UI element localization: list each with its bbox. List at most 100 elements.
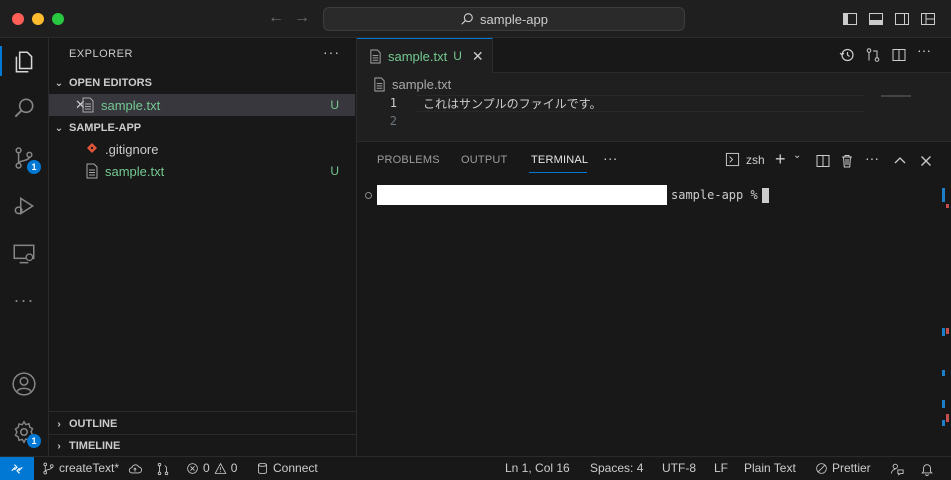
- zoom-window-button[interactable]: [52, 13, 64, 25]
- outline-header[interactable]: › OUTLINE: [49, 413, 357, 435]
- customize-layout-icon[interactable]: [920, 11, 936, 27]
- minimap[interactable]: [881, 95, 911, 97]
- timeline-history-icon[interactable]: [839, 47, 855, 63]
- remote-icon: [11, 463, 23, 474]
- panel-actions-more-icon[interactable]: ···: [865, 150, 885, 166]
- minimize-window-button[interactable]: [32, 13, 44, 25]
- language-mode[interactable]: Plain Text: [744, 461, 796, 475]
- close-panel-icon[interactable]: [918, 153, 934, 169]
- text-file-icon: [370, 49, 381, 63]
- status-bar: createText* 0 0 Connect Ln 1, Col 16 Spa…: [0, 456, 951, 480]
- remote-indicator[interactable]: [0, 457, 34, 480]
- encoding[interactable]: UTF-8: [662, 461, 696, 475]
- remote-explorer-button[interactable]: [10, 240, 38, 268]
- files-icon: [15, 51, 33, 73]
- cursor-position[interactable]: Ln 1, Col 16: [505, 461, 570, 475]
- trash-icon[interactable]: [839, 153, 855, 169]
- code-editor[interactable]: 1 これはサンプルのファイルです。 2: [357, 95, 951, 141]
- branch-indicator[interactable]: createText*: [42, 461, 119, 475]
- scroll-marker: [946, 204, 949, 208]
- run-debug-button[interactable]: [10, 192, 38, 220]
- breadcrumb[interactable]: sample.txt: [357, 73, 951, 95]
- sidebar-title: EXPLORER: [69, 48, 133, 60]
- breadcrumb-file[interactable]: sample.txt: [392, 77, 451, 92]
- close-editor-icon[interactable]: ✕: [49, 97, 86, 113]
- open-editor-item[interactable]: ✕ sample.txt U: [49, 94, 355, 116]
- file-item-gitignore[interactable]: .gitignore: [49, 138, 355, 160]
- publish-cloud-icon[interactable]: [128, 462, 142, 476]
- branch-name: createText*: [59, 461, 120, 475]
- editor-tab-bar: sample.txt U ✕ ···: [357, 38, 951, 73]
- active-indicator: [0, 46, 2, 76]
- chevron-right-icon: ›: [57, 440, 61, 452]
- toggle-panel-icon[interactable]: [868, 11, 884, 27]
- terminal-shell-selector[interactable]: zsh: [725, 152, 765, 167]
- untracked-badge: U: [453, 49, 462, 63]
- problems-indicator[interactable]: 0 0: [186, 461, 237, 475]
- split-editor-icon[interactable]: [891, 47, 907, 63]
- close-icon[interactable]: ✕: [472, 48, 484, 65]
- indentation[interactable]: Spaces: 4: [590, 461, 643, 475]
- tab-problems[interactable]: PROBLEMS: [377, 154, 440, 166]
- outline-label: OUTLINE: [69, 418, 118, 430]
- split-terminal-icon[interactable]: [815, 153, 831, 169]
- divider: [49, 411, 357, 412]
- terminal-cursor: [762, 188, 769, 203]
- active-tab-indicator: [529, 172, 587, 173]
- code-line[interactable]: これはサンプルのファイルです。: [423, 95, 601, 112]
- command-decoration[interactable]: [365, 192, 372, 199]
- project-label: SAMPLE-APP: [69, 122, 142, 134]
- timeline-label: TIMELINE: [69, 440, 121, 452]
- file-label: .gitignore: [105, 141, 159, 157]
- search-button[interactable]: [10, 94, 38, 122]
- shell-name: zsh: [746, 152, 765, 167]
- prettier-indicator[interactable]: Prettier: [815, 461, 871, 475]
- tab-sample-txt[interactable]: sample.txt U ✕: [357, 38, 493, 73]
- panel-more-icon[interactable]: ···: [603, 150, 618, 166]
- connect-indicator[interactable]: Connect: [256, 461, 318, 475]
- run-debug-icon: [14, 197, 35, 215]
- more-actions-icon[interactable]: ···: [917, 42, 937, 58]
- chevron-down-icon: ⌄: [54, 77, 64, 89]
- end-of-line[interactable]: LF: [714, 461, 728, 475]
- project-header[interactable]: ⌄ SAMPLE-APP: [49, 117, 357, 139]
- scroll-marker: [942, 400, 945, 408]
- open-changes-icon[interactable]: [865, 47, 881, 63]
- feedback-icon[interactable]: [890, 462, 904, 476]
- bell-icon[interactable]: [920, 462, 934, 476]
- sidebar-more-icon[interactable]: ···: [323, 44, 340, 60]
- toggle-secondary-sidebar-icon[interactable]: [894, 11, 910, 27]
- terminal-prompt[interactable]: sample-app %: [671, 188, 758, 202]
- line-number: 2: [389, 114, 397, 128]
- scroll-marker: [942, 370, 945, 376]
- manage-button[interactable]: 1: [10, 418, 41, 448]
- maximize-panel-icon[interactable]: [892, 153, 908, 169]
- prettier-label: Prettier: [832, 461, 871, 475]
- command-center-search[interactable]: sample-app: [323, 7, 685, 31]
- open-editors-header[interactable]: ⌄ OPEN EDITORS: [49, 72, 357, 94]
- tab-terminal[interactable]: TERMINAL: [531, 154, 588, 166]
- git-file-icon: [87, 143, 97, 153]
- forward-arrow-icon[interactable]: →: [294, 9, 310, 27]
- new-terminal-icon[interactable]: +: [775, 149, 791, 169]
- scroll-marker: [946, 328, 949, 334]
- back-arrow-icon[interactable]: ←: [268, 9, 284, 27]
- prettier-status-icon: [816, 462, 827, 474]
- connect-label: Connect: [273, 461, 318, 475]
- scm-badge: 1: [27, 160, 41, 174]
- tab-output[interactable]: OUTPUT: [461, 154, 507, 166]
- accounts-button[interactable]: [10, 370, 38, 398]
- database-icon: [258, 462, 267, 474]
- source-control-button[interactable]: 1: [10, 144, 41, 174]
- file-item-sample[interactable]: sample.txt U: [49, 160, 355, 182]
- more-views-icon[interactable]: ···: [10, 286, 38, 314]
- chevron-down-icon[interactable]: ⌄: [793, 150, 809, 166]
- toggle-primary-sidebar-icon[interactable]: [842, 11, 858, 27]
- explorer-button[interactable]: [10, 48, 38, 76]
- sync-icon[interactable]: [156, 462, 170, 476]
- timeline-header[interactable]: › TIMELINE: [49, 435, 357, 457]
- close-window-button[interactable]: [12, 13, 24, 25]
- title-bar: ← → sample-app: [0, 0, 951, 38]
- warning-icon: [214, 462, 227, 474]
- text-file-icon: [374, 77, 385, 91]
